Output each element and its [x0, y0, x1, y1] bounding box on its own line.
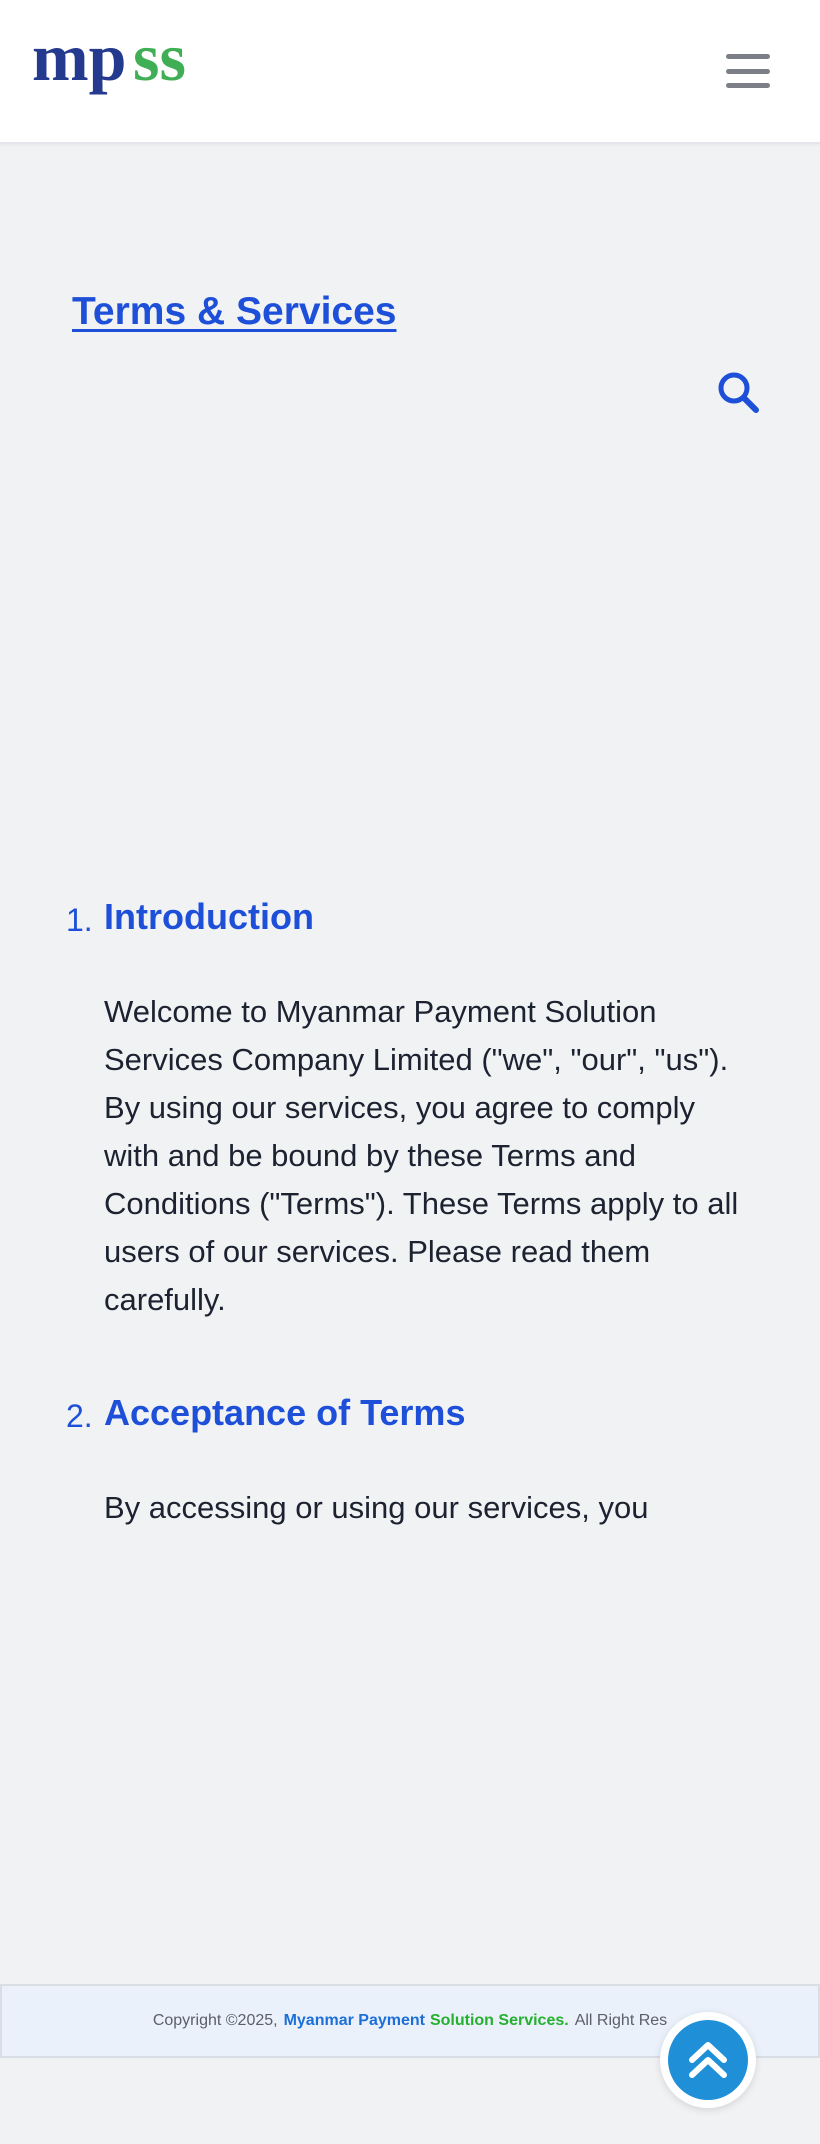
- copyright-text: Copyright ©2025,: [152, 2012, 278, 2029]
- site-header: mp ss: [0, 0, 820, 144]
- double-chevron-up-icon: [668, 2020, 748, 2100]
- footer-brand-name-suffix: Solution Services.: [429, 2012, 569, 2029]
- section-number: 1.: [66, 902, 93, 938]
- logo-mp-text: mp: [32, 26, 126, 95]
- section-body: By accessing or using our services, you: [104, 1490, 649, 1525]
- hamburger-menu-icon[interactable]: [722, 50, 774, 92]
- logo-ss-text: ss: [133, 26, 186, 95]
- search-icon[interactable]: [714, 368, 762, 416]
- footer-brand-name: Myanmar Payment: [283, 2012, 425, 2029]
- section-heading: Introduction: [104, 896, 314, 937]
- back-to-top-button[interactable]: [660, 2012, 756, 2108]
- mpss-logo[interactable]: mp ss: [32, 19, 202, 108]
- menu-bar: [726, 68, 770, 74]
- section-heading: Acceptance of Terms: [104, 1392, 466, 1433]
- page-title[interactable]: Terms & Services: [72, 290, 396, 334]
- rights-text: All Right Res: [574, 2012, 668, 2029]
- menu-bar: [726, 54, 770, 59]
- section-body: Welcome to Myanmar Payment Solution Serv…: [104, 994, 739, 1317]
- section-number: 2.: [66, 1398, 93, 1434]
- menu-bar: [726, 83, 770, 88]
